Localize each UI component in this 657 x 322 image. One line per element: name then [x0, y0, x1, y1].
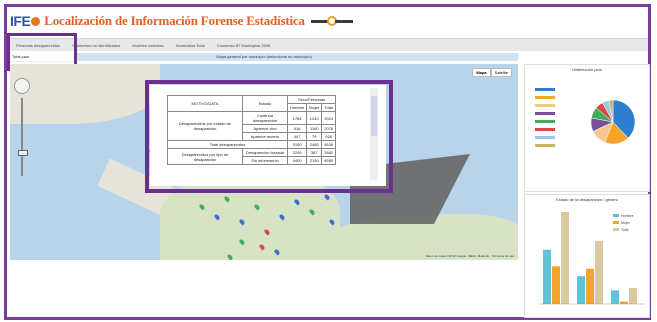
- bar-legend-label: Total: [621, 228, 629, 232]
- bar-legend-swatch: [613, 214, 619, 217]
- bar-legend-swatch: [613, 228, 619, 231]
- bar[interactable]: [561, 212, 569, 304]
- logo-swirl-icon: [31, 16, 41, 26]
- header: IFE Localización de Información Forense …: [10, 10, 353, 32]
- bar-chart: Hombre Mujer Total: [539, 212, 645, 305]
- map-attribution: Datos de mapa ©2012 Google, INEGI, MapLi…: [425, 254, 514, 258]
- legend-swatch: [535, 136, 555, 139]
- bar-panel-title: Estado de la desaparición / género: [556, 197, 618, 202]
- legend-swatch: [535, 96, 555, 99]
- legend-swatch: [535, 128, 555, 131]
- tab-bar: Personas desaparecidas Cadáveres no iden…: [10, 38, 648, 51]
- legend-swatch: [535, 144, 555, 147]
- tab-homicidios[interactable]: Homicidios Total: [170, 43, 211, 48]
- satellite-view-button[interactable]: Satélite: [490, 68, 512, 77]
- bar[interactable]: [620, 301, 628, 304]
- info-bar: Mapa general por municipio (seleccione u…: [10, 53, 518, 61]
- app-logo[interactable]: IFE: [10, 13, 44, 29]
- bar[interactable]: [629, 287, 637, 304]
- bar-legend-label: Mujer: [621, 221, 631, 225]
- zoom-control[interactable]: [14, 78, 30, 176]
- tab-muertes[interactable]: Muertes violentas: [126, 43, 169, 48]
- scale-icon: [310, 16, 353, 26]
- bar-legend-label: Hombre: [621, 214, 634, 218]
- bar[interactable]: [586, 268, 594, 304]
- bar[interactable]: [611, 290, 619, 304]
- legend-swatch: [535, 88, 555, 91]
- bar[interactable]: [543, 249, 551, 304]
- pie-panel-title: Distribución país: [572, 67, 602, 72]
- pie-panel: Distribución país: [524, 64, 650, 192]
- pie-chart: [535, 88, 636, 147]
- legend-swatch: [535, 112, 555, 115]
- bar-legend-swatch: [613, 221, 619, 224]
- bar[interactable]: [577, 276, 585, 304]
- map-view-button[interactable]: Mapa: [472, 68, 491, 77]
- tab-consenso[interactable]: Consenso 87 Municipios 2008: [211, 43, 277, 48]
- zoom-knob[interactable]: [18, 150, 28, 156]
- bar[interactable]: [595, 240, 603, 304]
- pan-control-icon[interactable]: [14, 78, 30, 94]
- legend-swatch: [535, 104, 555, 107]
- bar[interactable]: [552, 266, 560, 304]
- zoom-slider[interactable]: [21, 98, 23, 176]
- logo-text: IFE: [10, 13, 31, 29]
- page-title: Localización de Información Forense Esta…: [44, 13, 305, 28]
- bar-panel: Estado de la desaparición / género Hombr…: [524, 194, 650, 318]
- highlight-popup: [145, 80, 393, 193]
- legend-swatch: [535, 120, 555, 123]
